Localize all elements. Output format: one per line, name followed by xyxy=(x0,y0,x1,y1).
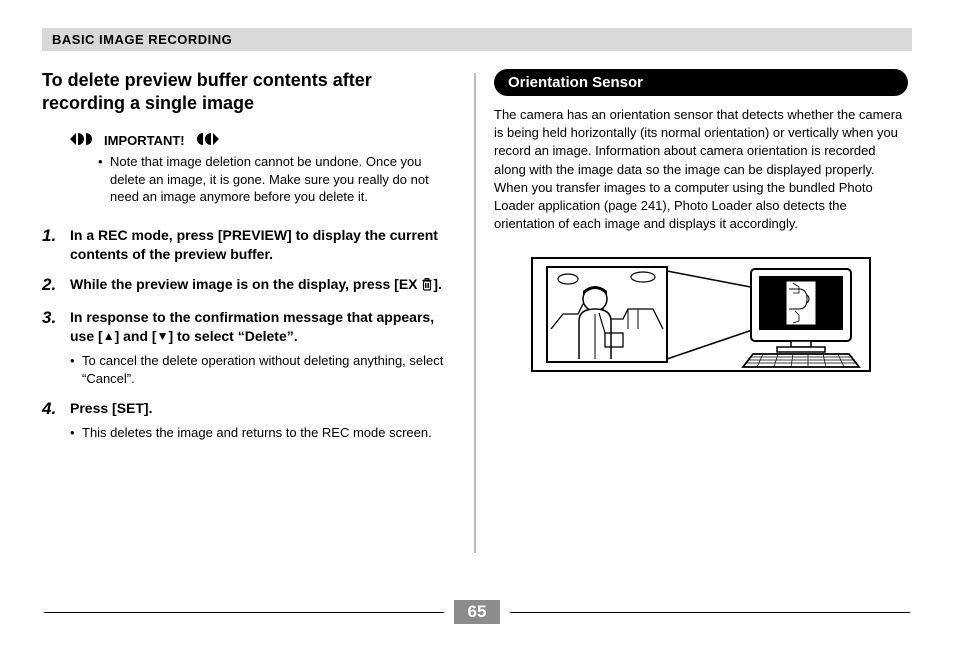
illustration-wrap xyxy=(494,257,908,372)
section-pill: Orientation Sensor xyxy=(494,69,908,96)
footer-rule-left xyxy=(44,612,444,613)
step-text: Press [SET]. xyxy=(70,399,456,418)
bullet-text: To cancel the delete operation without d… xyxy=(82,352,456,387)
step-text: In a REC mode, press [PREVIEW] to displa… xyxy=(70,226,456,264)
step-number: 4. xyxy=(42,399,70,441)
section-pill-text: Orientation Sensor xyxy=(508,74,643,91)
orientation-illustration xyxy=(531,257,871,372)
step-4: 4. Press [SET]. • This deletes the image… xyxy=(42,399,456,441)
step-number: 3. xyxy=(42,308,70,387)
down-triangle-icon: ▼ xyxy=(157,328,169,344)
important-deco-left-icon xyxy=(70,132,98,149)
right-column: Orientation Sensor The camera has an ori… xyxy=(476,69,908,563)
right-body-text: The camera has an orientation sensor tha… xyxy=(494,106,908,233)
bullet-dot-icon: • xyxy=(70,352,82,387)
bullet-dot-icon: • xyxy=(70,424,82,442)
important-label: IMPORTANT! xyxy=(104,133,185,148)
page-number: 65 xyxy=(454,600,501,624)
steps-list: 1. In a REC mode, press [PREVIEW] to dis… xyxy=(42,226,456,442)
important-bullet-list: • Note that image deletion cannot be und… xyxy=(98,153,456,206)
important-deco-right-icon xyxy=(191,132,219,149)
up-triangle-icon: ▲ xyxy=(103,328,115,344)
step-text: In response to the confirmation message … xyxy=(70,308,456,346)
section-header: BASIC IMAGE RECORDING xyxy=(42,28,912,51)
bullet-dot-icon: • xyxy=(98,153,110,206)
step-sub-list: • This deletes the image and returns to … xyxy=(70,424,456,442)
step-1: 1. In a REC mode, press [PREVIEW] to dis… xyxy=(42,226,456,264)
step-text-post: ] to select “Delete”. xyxy=(168,328,297,344)
step-text-pre: While the preview image is on the displa… xyxy=(70,276,421,292)
section-header-text: BASIC IMAGE RECORDING xyxy=(52,32,232,47)
step-text: While the preview image is on the displa… xyxy=(70,275,456,296)
bullet-text: This deletes the image and returns to th… xyxy=(82,424,432,442)
trash-icon xyxy=(421,277,433,296)
manual-page: BASIC IMAGE RECORDING To delete preview … xyxy=(0,0,954,646)
important-heading: IMPORTANT! xyxy=(70,132,456,149)
step-number: 2. xyxy=(42,275,70,296)
bullet-text: Note that image deletion cannot be undon… xyxy=(110,153,456,206)
step-text-mid: ] and [ xyxy=(115,328,157,344)
step-text-post: ]. xyxy=(433,276,442,292)
left-title: To delete preview buffer contents after … xyxy=(42,69,456,114)
step-2: 2. While the preview image is on the dis… xyxy=(42,275,456,296)
step-number: 1. xyxy=(42,226,70,264)
left-column: To delete preview buffer contents after … xyxy=(42,69,474,563)
page-footer: 65 xyxy=(0,600,954,624)
footer-rule-right xyxy=(510,612,910,613)
step-sub-list: • To cancel the delete operation without… xyxy=(70,352,456,387)
list-item: • To cancel the delete operation without… xyxy=(70,352,456,387)
list-item: • This deletes the image and returns to … xyxy=(70,424,456,442)
two-column-layout: To delete preview buffer contents after … xyxy=(42,69,912,563)
list-item: • Note that image deletion cannot be und… xyxy=(98,153,456,206)
step-3: 3. In response to the confirmation messa… xyxy=(42,308,456,387)
